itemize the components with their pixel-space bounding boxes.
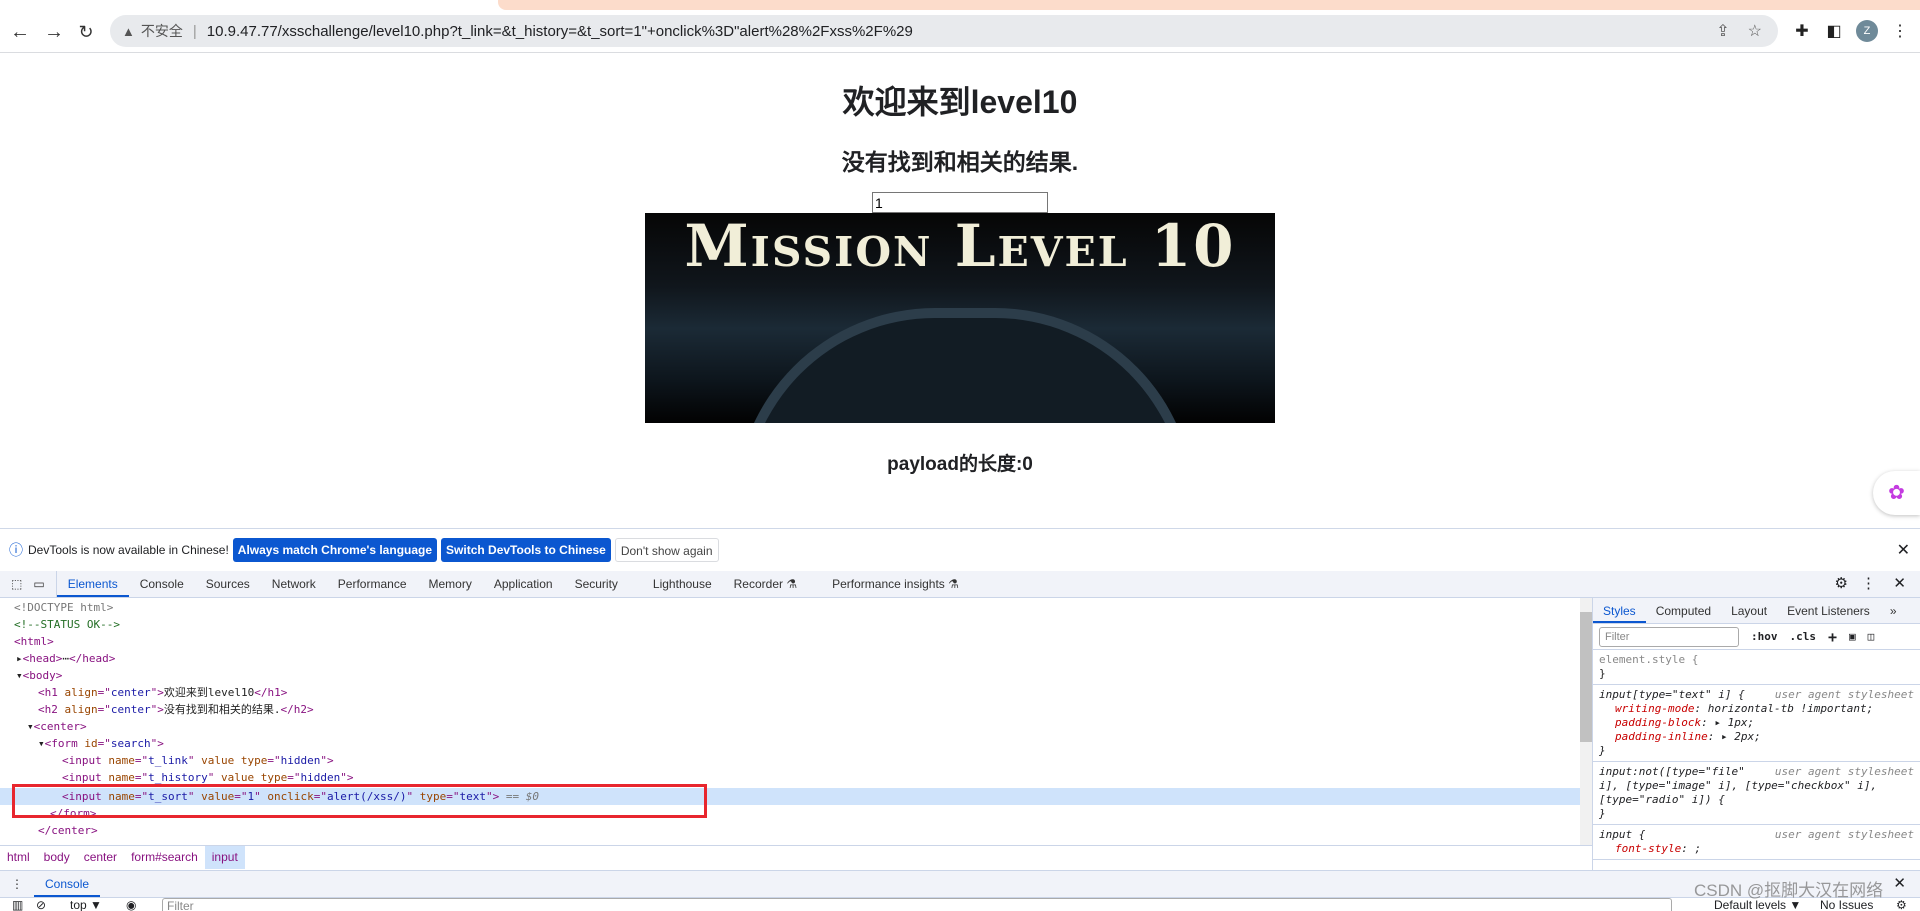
forward-icon[interactable]: → (42, 20, 66, 44)
rule-input-text[interactable]: input[type="text" i] {user agent stylesh… (1593, 685, 1920, 762)
banner-arch-graphic (735, 308, 1195, 423)
web-page: 欢迎来到level10 没有找到和相关的结果. Mission Level 10… (0, 53, 1920, 528)
tab-network[interactable]: Network (261, 571, 327, 597)
sidebar-toggle-icon[interactable]: ▥ (12, 898, 23, 911)
crumb-body[interactable]: body (37, 846, 77, 869)
tab-performance[interactable]: Performance (327, 571, 418, 597)
crumb-input[interactable]: input (204, 846, 245, 869)
close-devtools-icon[interactable]: ✕ (1893, 571, 1906, 597)
highlight-annotation-box (12, 784, 707, 818)
inspect-icon[interactable]: ⬚ (0, 571, 33, 597)
eye-icon[interactable]: ◉ (126, 898, 136, 911)
t-sort-input[interactable] (872, 192, 1048, 213)
devtools-tabbar: ⬚ ▭ Elements Console Sources Network Per… (0, 571, 1920, 598)
dom-comment[interactable]: <!--STATUS OK--> (14, 616, 1580, 633)
mission-banner-image: Mission Level 10 (645, 213, 1275, 423)
watermark: CSDN @抠脚大汉在网络 (1694, 881, 1884, 900)
page-subheading: 没有找到和相关的结果. (841, 149, 1079, 175)
match-language-button[interactable]: Always match Chrome's language (232, 538, 438, 562)
console-toolbar: ▥ ⊘ top ▼ ◉ Filter Default levels ▼ No I… (0, 897, 1920, 911)
crumb-html[interactable]: html (0, 846, 37, 869)
info-icon: ⓘ (9, 542, 23, 558)
crumb-center[interactable]: center (77, 846, 124, 869)
dom-center-close[interactable]: </center> (38, 822, 1580, 839)
dom-h2[interactable]: <h2 align="center">没有找到和相关的结果.</h2> (38, 701, 1580, 718)
dom-h1[interactable]: <h1 align="center">欢迎来到level10</h1> (38, 684, 1580, 701)
dom-head[interactable]: ▸<head>⋯</head> (16, 650, 1580, 667)
dom-center[interactable]: ▾<center> (27, 718, 1580, 735)
side-panel-icon[interactable]: ◧ (1822, 20, 1846, 44)
rule-input[interactable]: input {user agent stylesheet font-style: … (1593, 825, 1920, 860)
new-rule-plus-icon[interactable]: + (1828, 628, 1837, 646)
hov-toggle[interactable]: :hov (1751, 630, 1778, 643)
bookmark-star-icon[interactable]: ☆ (1748, 21, 1762, 41)
dom-form[interactable]: ▾<form id="search"> (38, 735, 1580, 752)
tab-recorder[interactable]: Recorder ⚗ (723, 571, 821, 597)
tab-layout[interactable]: Layout (1721, 598, 1777, 623)
dont-show-again-button[interactable]: Don't show again (614, 538, 719, 562)
tab-memory[interactable]: Memory (418, 571, 483, 597)
reload-icon[interactable]: ↻ (74, 20, 98, 44)
close-drawer-icon[interactable]: ✕ (1893, 871, 1906, 897)
dom-doctype[interactable]: <!DOCTYPE html> (14, 599, 1580, 616)
url-text[interactable]: 10.9.47.77/xsschallenge/level10.php?t_li… (207, 23, 913, 40)
tab-computed[interactable]: Computed (1646, 598, 1721, 623)
dom-input-t-link[interactable]: <input name="t_link" value type="hidden"… (62, 752, 1580, 769)
clear-console-icon[interactable]: ⊘ (36, 898, 46, 911)
toggle-sidebar-icon[interactable]: ◫ (1868, 630, 1875, 643)
page-heading: 欢迎来到level10 (842, 84, 1078, 120)
dom-html[interactable]: <html> (14, 633, 1580, 650)
tab-strip (0, 0, 1920, 12)
tab-elements[interactable]: Elements (56, 571, 129, 597)
rule-input-not[interactable]: input:not([type="file" user agent stylesh… (1593, 762, 1920, 825)
console-settings-icon[interactable]: ⚙ (1896, 898, 1907, 911)
security-label[interactable]: 不安全 (141, 21, 183, 41)
back-icon[interactable]: ← (8, 20, 32, 44)
device-toolbar-icon[interactable]: ▭ (33, 571, 57, 597)
payload-length: payload的长度:0 (887, 454, 1033, 475)
drawer-tabbar: ⋮ Console ✕ (0, 870, 1920, 897)
tab-application[interactable]: Application (483, 571, 564, 597)
address-bar[interactable]: ▲ 不安全 | 10.9.47.77/xsschallenge/level10.… (110, 15, 1778, 47)
elements-scrollbar[interactable] (1580, 598, 1592, 845)
close-icon[interactable]: ✕ (1897, 540, 1910, 560)
avatar[interactable]: Z (1856, 20, 1878, 42)
crumb-form[interactable]: form#search (124, 846, 205, 869)
more-tabs-icon[interactable]: » (1880, 598, 1907, 623)
floating-brain-icon[interactable]: ✿ (1873, 471, 1920, 515)
devtools-infobar: ⓘ DevTools is now available in Chinese! … (0, 528, 1920, 571)
paint-icon[interactable]: ▣ (1849, 630, 1856, 643)
context-selector[interactable]: top ▼ (70, 898, 102, 911)
warning-icon: ▲ (122, 23, 135, 39)
more-options-icon[interactable]: ⋮ (1861, 571, 1876, 597)
tab-event-listeners[interactable]: Event Listeners (1777, 598, 1880, 623)
drawer-tab-console[interactable]: Console (34, 871, 101, 897)
tab-performance-insights[interactable]: Performance insights ⚗ (821, 571, 970, 597)
infobar-message: DevTools is now available in Chinese! (28, 543, 229, 557)
banner-title: Mission Level 10 (684, 213, 1236, 280)
styles-pane: Styles Computed Layout Event Listeners »… (1592, 598, 1920, 871)
tab-sources[interactable]: Sources (195, 571, 261, 597)
tab-lighthouse[interactable]: Lighthouse (642, 571, 723, 597)
divider: | (192, 22, 197, 40)
tab-security[interactable]: Security (564, 571, 642, 597)
breadcrumb: html body center form#search input (0, 845, 1592, 869)
scrollbar-thumb[interactable] (1580, 612, 1592, 742)
tab-styles[interactable]: Styles (1593, 598, 1646, 623)
dom-body[interactable]: ▾<body> (16, 667, 1580, 684)
drawer-menu-icon[interactable]: ⋮ (0, 871, 34, 897)
switch-chinese-button[interactable]: Switch DevTools to Chinese (441, 538, 611, 562)
cls-toggle[interactable]: .cls (1790, 630, 1817, 643)
active-tab[interactable] (498, 0, 1920, 10)
console-filter-input[interactable]: Filter (162, 898, 1672, 911)
share-icon[interactable]: ⇪ (1716, 21, 1729, 41)
settings-gear-icon[interactable]: ⚙ (1835, 571, 1848, 597)
tab-console[interactable]: Console (129, 571, 195, 597)
extensions-icon[interactable]: ✚ (1790, 20, 1814, 44)
styles-filter-input[interactable]: Filter (1599, 626, 1739, 647)
rule-element-style[interactable]: element.style {} (1593, 650, 1920, 685)
browser-toolbar: ← → ↻ ▲ 不安全 | 10.9.47.77/xsschallenge/le… (0, 12, 1920, 53)
menu-kebab-icon[interactable]: ⋮ (1888, 20, 1912, 44)
